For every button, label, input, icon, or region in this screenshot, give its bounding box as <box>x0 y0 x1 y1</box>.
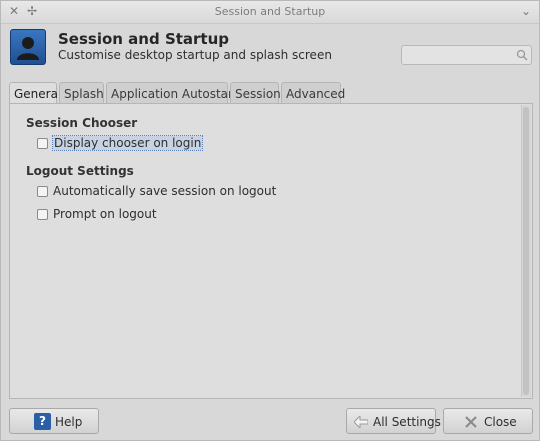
scrollbar-thumb[interactable] <box>523 107 529 395</box>
settings-search-input[interactable] <box>401 45 532 65</box>
close-button[interactable]: Close <box>443 408 533 434</box>
tab-general[interactable]: General <box>9 82 61 105</box>
tab-session[interactable]: Session <box>230 82 281 104</box>
title-bar[interactable]: ✕ ✢ Session and Startup ⌄ <box>1 1 539 24</box>
auto-save-session-checkbox[interactable] <box>37 186 48 197</box>
logout-settings-heading: Logout Settings <box>26 164 134 178</box>
dialog-header: Session and Startup Customise desktop st… <box>1 24 539 74</box>
tab-application-autostart[interactable]: Application Autostart <box>106 82 238 104</box>
help-button[interactable]: ? Help <box>9 408 99 434</box>
display-chooser-checkbox[interactable] <box>37 138 48 149</box>
auto-save-session-label[interactable]: Automatically save session on logout <box>53 184 276 198</box>
back-arrow-icon <box>354 416 368 428</box>
tab-advanced[interactable]: Advanced <box>281 82 345 104</box>
prompt-logout-label[interactable]: Prompt on logout <box>53 207 157 221</box>
tab-splash[interactable]: Splash <box>59 82 104 104</box>
prompt-logout-checkbox[interactable] <box>37 209 48 220</box>
all-settings-button[interactable]: All Settings <box>346 408 441 434</box>
window-menu-chevron-icon[interactable]: ⌄ <box>519 4 533 18</box>
general-tab-panel: Session Chooser Display chooser on login… <box>9 103 533 399</box>
session-startup-window: ✕ ✢ Session and Startup ⌄ Session and St… <box>0 0 540 441</box>
session-chooser-heading: Session Chooser <box>26 116 138 130</box>
dialog-title: Session and Startup <box>58 30 230 48</box>
help-icon: ? <box>34 413 51 430</box>
session-user-icon <box>10 29 46 65</box>
close-icon <box>465 416 477 428</box>
vertical-scrollbar[interactable] <box>521 105 531 397</box>
dialog-subtitle: Customise desktop startup and splash scr… <box>58 48 332 62</box>
window-title: Session and Startup <box>214 5 326 18</box>
search-icon <box>516 49 528 61</box>
display-chooser-label[interactable]: Display chooser on login <box>51 135 204 151</box>
